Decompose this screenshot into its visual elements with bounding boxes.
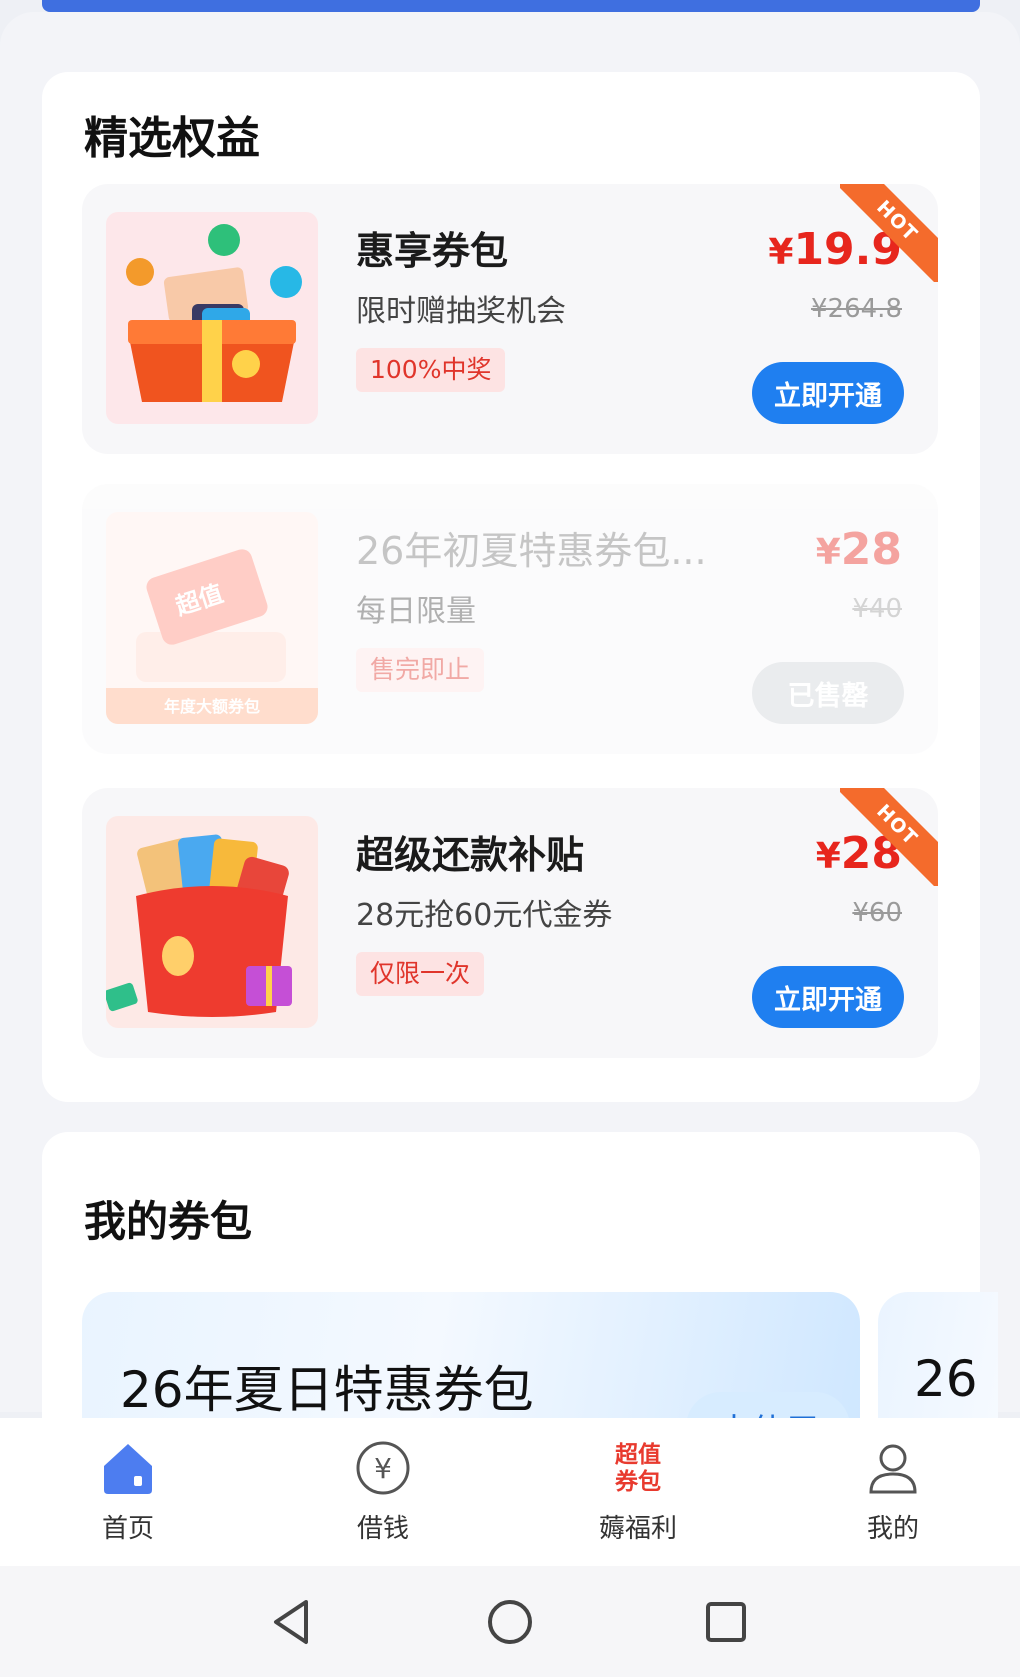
item-title: 惠享券包 xyxy=(356,229,509,273)
gift-box-icon xyxy=(106,212,318,424)
activate-button[interactable]: 立即开通 xyxy=(752,966,904,1028)
item-title: 超级还款补贴 xyxy=(356,833,585,877)
tab-label: 我的 xyxy=(866,1514,919,1544)
featured-benefits-card: 精选权益 惠享券包 限时赠抽奖机会 100%中奖 ¥19.9 ¥264.8 立即… xyxy=(42,72,980,1102)
tab-home[interactable]: 首页 xyxy=(58,1438,198,1545)
hot-badge: HOT xyxy=(840,184,938,282)
coupon-title: 26年夏日特惠券包 xyxy=(120,1361,534,1419)
original-price: ¥40 xyxy=(852,594,902,624)
promo-icon: 超值 券包 xyxy=(615,1442,661,1495)
hot-badge: HOT xyxy=(840,788,938,886)
hot-badge-label: HOT xyxy=(840,184,938,282)
ticket-icon: 超值 年度大额券包 xyxy=(106,512,318,724)
red-wallet-icon xyxy=(106,816,318,1028)
item-title: 26年初夏特惠券包... xyxy=(356,529,707,573)
item-subtitle: 限时赠抽奖机会 xyxy=(356,294,566,329)
svg-text:¥: ¥ xyxy=(374,1452,392,1485)
section-title-my-coupons: 我的券包 xyxy=(84,1197,253,1246)
yen-circle-icon: ¥ xyxy=(356,1441,410,1495)
original-price: ¥264.8 xyxy=(811,294,902,324)
benefit-item[interactable]: 惠享券包 限时赠抽奖机会 100%中奖 ¥19.9 ¥264.8 立即开通 HO… xyxy=(82,184,938,454)
bottom-tab-bar: 首页 ¥ 借钱 超值 券包 薅福利 我的 xyxy=(0,1418,1020,1566)
tab-borrow[interactable]: ¥ 借钱 xyxy=(313,1438,453,1545)
item-subtitle: 28元抢60元代金券 xyxy=(356,898,613,933)
coupon-title: 26 xyxy=(914,1350,978,1408)
price-value: 28 xyxy=(840,524,902,575)
benefit-item[interactable]: 超级还款补贴 28元抢60元代金券 仅限一次 ¥28 ¥60 立即开通 HOT xyxy=(82,788,938,1058)
promo-tag: 仅限一次 xyxy=(356,952,485,996)
tab-welfare[interactable]: 超值 券包 薅福利 xyxy=(568,1438,708,1545)
currency-symbol: ¥ xyxy=(815,532,841,573)
item-subtitle: 每日限量 xyxy=(356,594,476,629)
system-navigation-bar xyxy=(0,1566,1020,1677)
tab-profile[interactable]: 我的 xyxy=(823,1438,963,1545)
home-circle-icon[interactable] xyxy=(484,1596,536,1648)
top-banner-edge xyxy=(42,0,980,12)
tab-label: 首页 xyxy=(101,1514,154,1544)
recent-apps-icon[interactable] xyxy=(700,1596,752,1648)
tab-label: 薅福利 xyxy=(598,1514,677,1544)
my-coupons-card: 我的券包 26年夏日特惠券包 去使用 26 xyxy=(42,1132,998,1452)
thumb-caption: 年度大额券包 xyxy=(164,697,260,716)
price: ¥28 xyxy=(816,524,902,575)
profile-icon xyxy=(869,1444,917,1494)
home-icon xyxy=(104,1444,152,1494)
original-price: ¥60 xyxy=(852,898,902,928)
currency-symbol: ¥ xyxy=(815,836,841,877)
activate-button[interactable]: 立即开通 xyxy=(752,362,904,424)
back-icon[interactable] xyxy=(266,1596,318,1648)
section-title-featured: 精选权益 xyxy=(84,113,260,164)
sold-out-button[interactable]: 已售罄 xyxy=(752,662,904,724)
page-sheet: 精选权益 惠享券包 限时赠抽奖机会 100%中奖 ¥19.9 ¥264.8 立即… xyxy=(0,12,1020,1452)
promo-tag: 售完即止 xyxy=(356,648,485,692)
benefit-item-sold-out[interactable]: 超值 年度大额券包 26年初夏特惠券包... 每日限量 售完即止 ¥28 ¥40… xyxy=(82,484,938,754)
hot-badge-label: HOT xyxy=(840,788,938,886)
promo-tag: 100%中奖 xyxy=(356,348,506,392)
tab-label: 借钱 xyxy=(356,1514,409,1544)
currency-symbol: ¥ xyxy=(768,232,794,273)
